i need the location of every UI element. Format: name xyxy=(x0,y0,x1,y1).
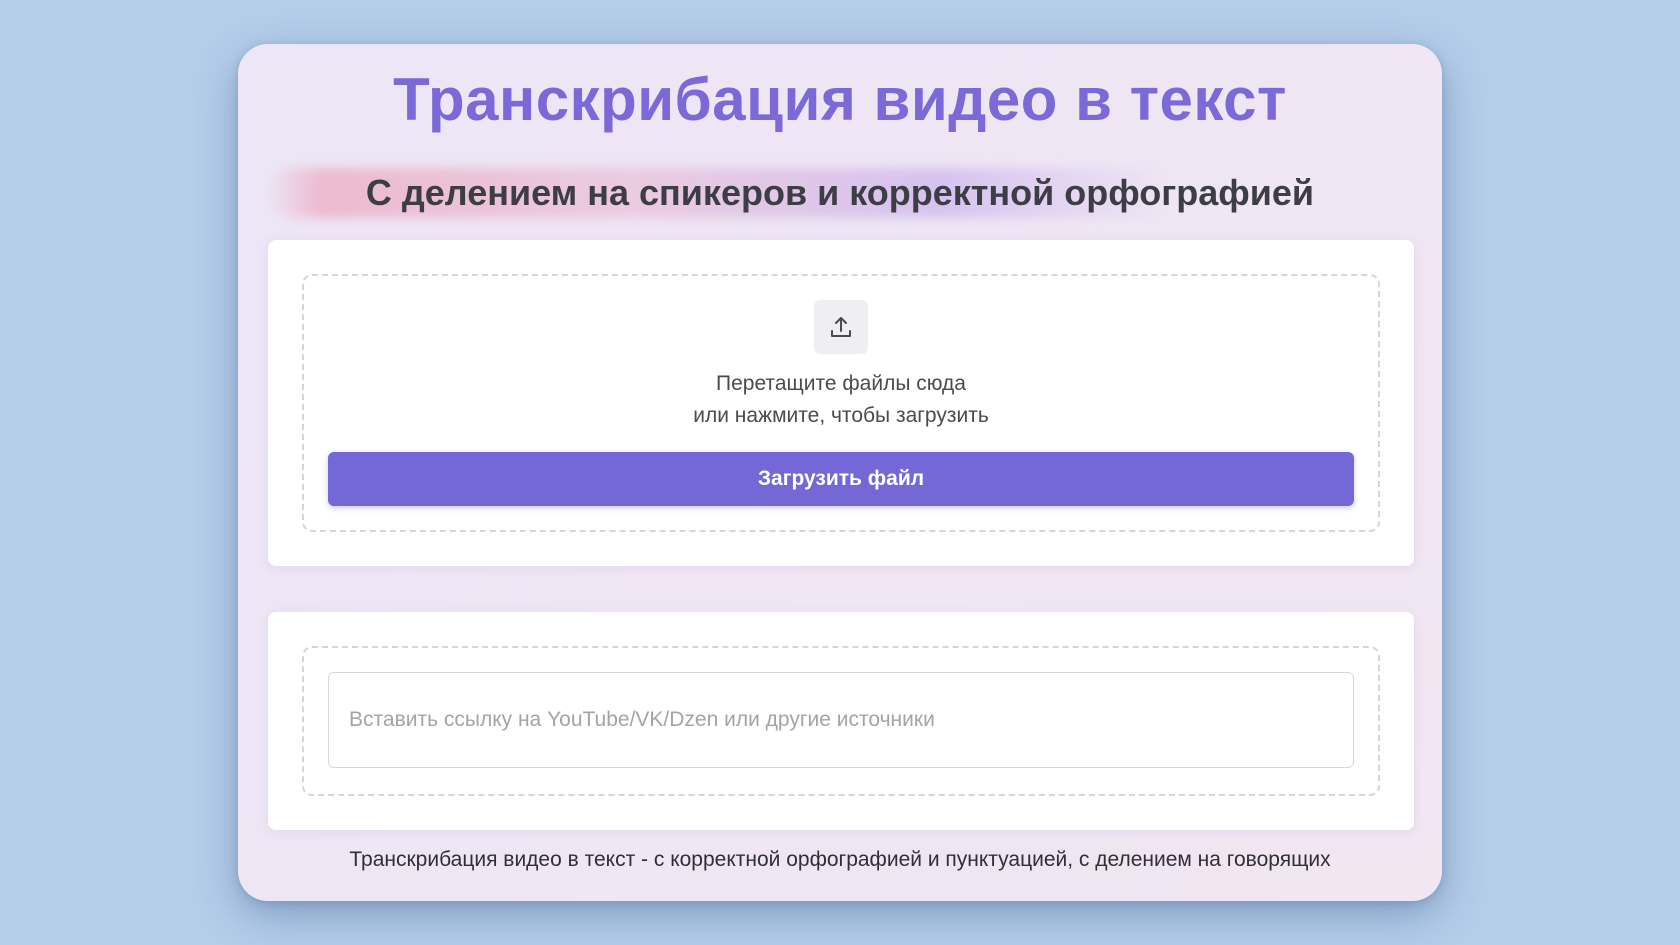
upload-file-button[interactable]: Загрузить файл xyxy=(328,452,1354,506)
upload-panel: Перетащите файлы сюда или нажмите, чтобы… xyxy=(268,240,1414,566)
dropzone-line-1: Перетащите файлы сюда xyxy=(716,372,966,395)
page-subtitle: С делением на спикеров и корректной орфо… xyxy=(365,172,1315,213)
file-dropzone[interactable]: Перетащите файлы сюда или нажмите, чтобы… xyxy=(302,274,1380,532)
page-title: Транскрибация видео в текст xyxy=(393,66,1287,133)
dropzone-text: Перетащите файлы сюда или нажмите, чтобы… xyxy=(304,368,1378,432)
upload-icon xyxy=(814,300,868,354)
link-dropzone xyxy=(302,646,1380,796)
main-card: Транскрибация видео в текст С делением н… xyxy=(238,44,1442,901)
link-panel xyxy=(268,612,1414,830)
footer-description: Транскрибация видео в текст - с корректн… xyxy=(349,848,1331,871)
video-link-input[interactable] xyxy=(328,672,1354,768)
dropzone-line-2: или нажмите, чтобы загрузить xyxy=(693,404,989,427)
